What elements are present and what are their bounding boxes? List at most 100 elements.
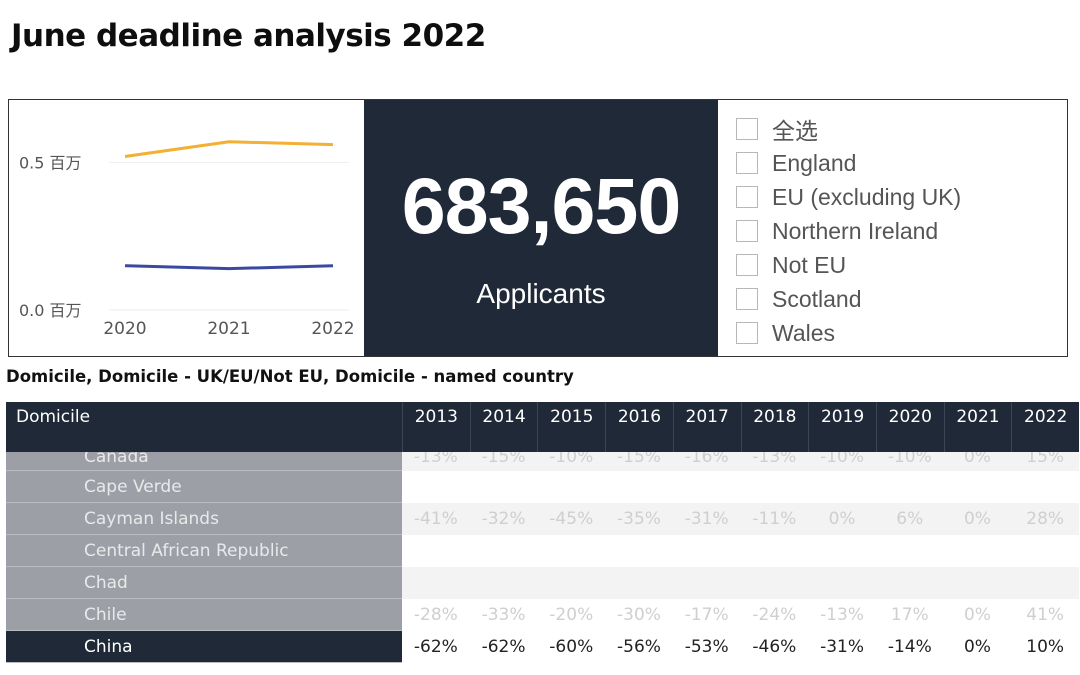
column-header-year[interactable]: 2021: [943, 402, 1012, 452]
page-title: June deadline analysis 2022: [11, 18, 486, 54]
table-cell: [537, 471, 606, 503]
column-header-year[interactable]: 2020: [875, 402, 944, 452]
column-header-year[interactable]: 2015: [537, 402, 605, 452]
table-cell: 28%: [1011, 503, 1079, 535]
table-cell: 0%: [943, 503, 1012, 535]
table-cell: -60%: [537, 631, 606, 663]
checkbox[interactable]: [736, 220, 758, 242]
table-cell: [875, 471, 944, 503]
slicer-item-label: Wales: [772, 319, 836, 346]
applicants-card[interactable]: 683,650 Applicants: [364, 100, 718, 356]
table-cell: [808, 567, 876, 599]
table-cell: -10%: [808, 452, 876, 471]
column-header-domicile[interactable]: Domicile: [6, 402, 402, 452]
row-label[interactable]: Cayman Islands: [6, 503, 402, 535]
table-cell: -62%: [469, 631, 538, 663]
table-cell: [402, 535, 470, 567]
table-cell: -15%: [469, 452, 538, 471]
column-header-year[interactable]: 2022: [1011, 402, 1079, 452]
table-cell: -62%: [402, 631, 470, 663]
checkbox[interactable]: [736, 288, 758, 310]
table-row[interactable]: Chad: [6, 567, 1079, 599]
checkbox[interactable]: [736, 254, 758, 276]
table-cell: [672, 567, 741, 599]
table-row[interactable]: Cayman Islands -41% -32% -45% -35% -31% -11% 0%…: [6, 503, 1079, 535]
table-cell: -24%: [740, 599, 809, 631]
table-cell: [1011, 471, 1079, 503]
table-cell: -32%: [469, 503, 538, 535]
checkbox[interactable]: [736, 186, 758, 208]
table-cell: -17%: [672, 599, 741, 631]
row-label[interactable]: China: [6, 631, 402, 663]
table-cell: [402, 471, 470, 503]
table-cell: [943, 471, 1012, 503]
table-cell: -20%: [537, 599, 606, 631]
table-row[interactable]: Cape Verde: [6, 471, 1079, 503]
table-row[interactable]: Central African Republic: [6, 535, 1079, 567]
table-cell: [740, 567, 809, 599]
table-cell: -30%: [605, 599, 673, 631]
series-line-2[interactable]: [124, 264, 334, 271]
slicer-item[interactable]: England: [736, 146, 1056, 180]
slicer-item[interactable]: EU (excluding UK): [736, 180, 1056, 214]
row-label[interactable]: Cape Verde: [6, 471, 402, 503]
checkbox[interactable]: [736, 118, 758, 140]
table-caption: Domicile, Domicile - UK/EU/Not EU, Domic…: [6, 367, 574, 386]
table-cell: [469, 567, 538, 599]
table-cell: [605, 567, 673, 599]
x-tick-label: 2022: [311, 319, 354, 339]
table-row[interactable]: China -62% -62% -60% -56% -53% -46% -31% -14% 0% 1…: [6, 631, 1079, 663]
table-cell: 0%: [943, 452, 1012, 471]
checkbox[interactable]: [736, 322, 758, 344]
slicer-item[interactable]: 全选: [736, 112, 1056, 146]
slicer-item-label: England: [772, 149, 857, 176]
slicer-item[interactable]: Wales: [736, 316, 1056, 350]
table-header: Domicile 2013 2014 2015 2016 2017 2018 2019 2020…: [6, 402, 1079, 452]
table-body[interactable]: Canada -13% -15% -10% -15% -16% -13% -10% -10% 0%…: [6, 452, 1079, 672]
table-cell: [605, 535, 673, 567]
slicer-item-label: Not EU: [772, 251, 847, 278]
table-cell: [943, 535, 1012, 567]
table-cell: [537, 535, 606, 567]
row-label[interactable]: Chile: [6, 599, 402, 631]
domicile-slicer: 全选 England EU (excluding UK) Northern Irela…: [736, 112, 1056, 350]
column-header-year[interactable]: 2013: [402, 402, 470, 452]
table-row[interactable]: Chile -28% -33% -20% -30% -17% -24% -13% 17% 0% 41…: [6, 599, 1079, 631]
slicer-item[interactable]: Northern Ireland: [736, 214, 1056, 248]
applicants-label: Applicants: [476, 278, 606, 309]
column-header-year[interactable]: 2018: [740, 402, 809, 452]
table-cell: -16%: [672, 452, 741, 471]
table-cell: 10%: [1011, 631, 1079, 663]
table-cell: [875, 535, 944, 567]
column-header-year[interactable]: 2014: [469, 402, 538, 452]
checkbox[interactable]: [736, 152, 758, 174]
table-cell: -13%: [740, 452, 809, 471]
row-label[interactable]: Canada: [6, 452, 402, 471]
table-cell: [672, 471, 741, 503]
column-header-year[interactable]: 2016: [605, 402, 673, 452]
table-cell: 0%: [943, 599, 1012, 631]
table-cell: 0%: [943, 631, 1012, 663]
row-label[interactable]: Chad: [6, 567, 402, 599]
table-row[interactable]: Canada -13% -15% -10% -15% -16% -13% -10% -10% 0%…: [6, 452, 1079, 471]
column-header-year[interactable]: 2017: [672, 402, 741, 452]
table-cell: 41%: [1011, 599, 1079, 631]
table-cell: 17%: [875, 599, 944, 631]
slicer-item[interactable]: Not EU: [736, 248, 1056, 282]
table-cell: -33%: [469, 599, 538, 631]
column-header-year[interactable]: 2019: [808, 402, 876, 452]
applicants-count: 683,650: [401, 161, 682, 250]
line-chart[interactable]: 0.5 百万 0.0 百万 2020 2021 2022: [9, 100, 363, 356]
y-tick-label: 0.0 百万: [19, 301, 82, 320]
table-cell: -31%: [808, 631, 876, 663]
slicer-item[interactable]: Scotland: [736, 282, 1056, 316]
series-line-1[interactable]: [124, 140, 334, 158]
table-cell: 0%: [808, 503, 876, 535]
table-cell: -13%: [402, 452, 470, 471]
table-cell: -11%: [740, 503, 809, 535]
table-cell: [605, 471, 673, 503]
row-label[interactable]: Central African Republic: [6, 535, 402, 567]
table-cell: [537, 567, 606, 599]
dashboard-top-panel: 0.5 百万 0.0 百万 2020 2021 2022 683,650 Applica…: [8, 99, 1068, 357]
y-tick-label: 0.5 百万: [19, 153, 82, 172]
